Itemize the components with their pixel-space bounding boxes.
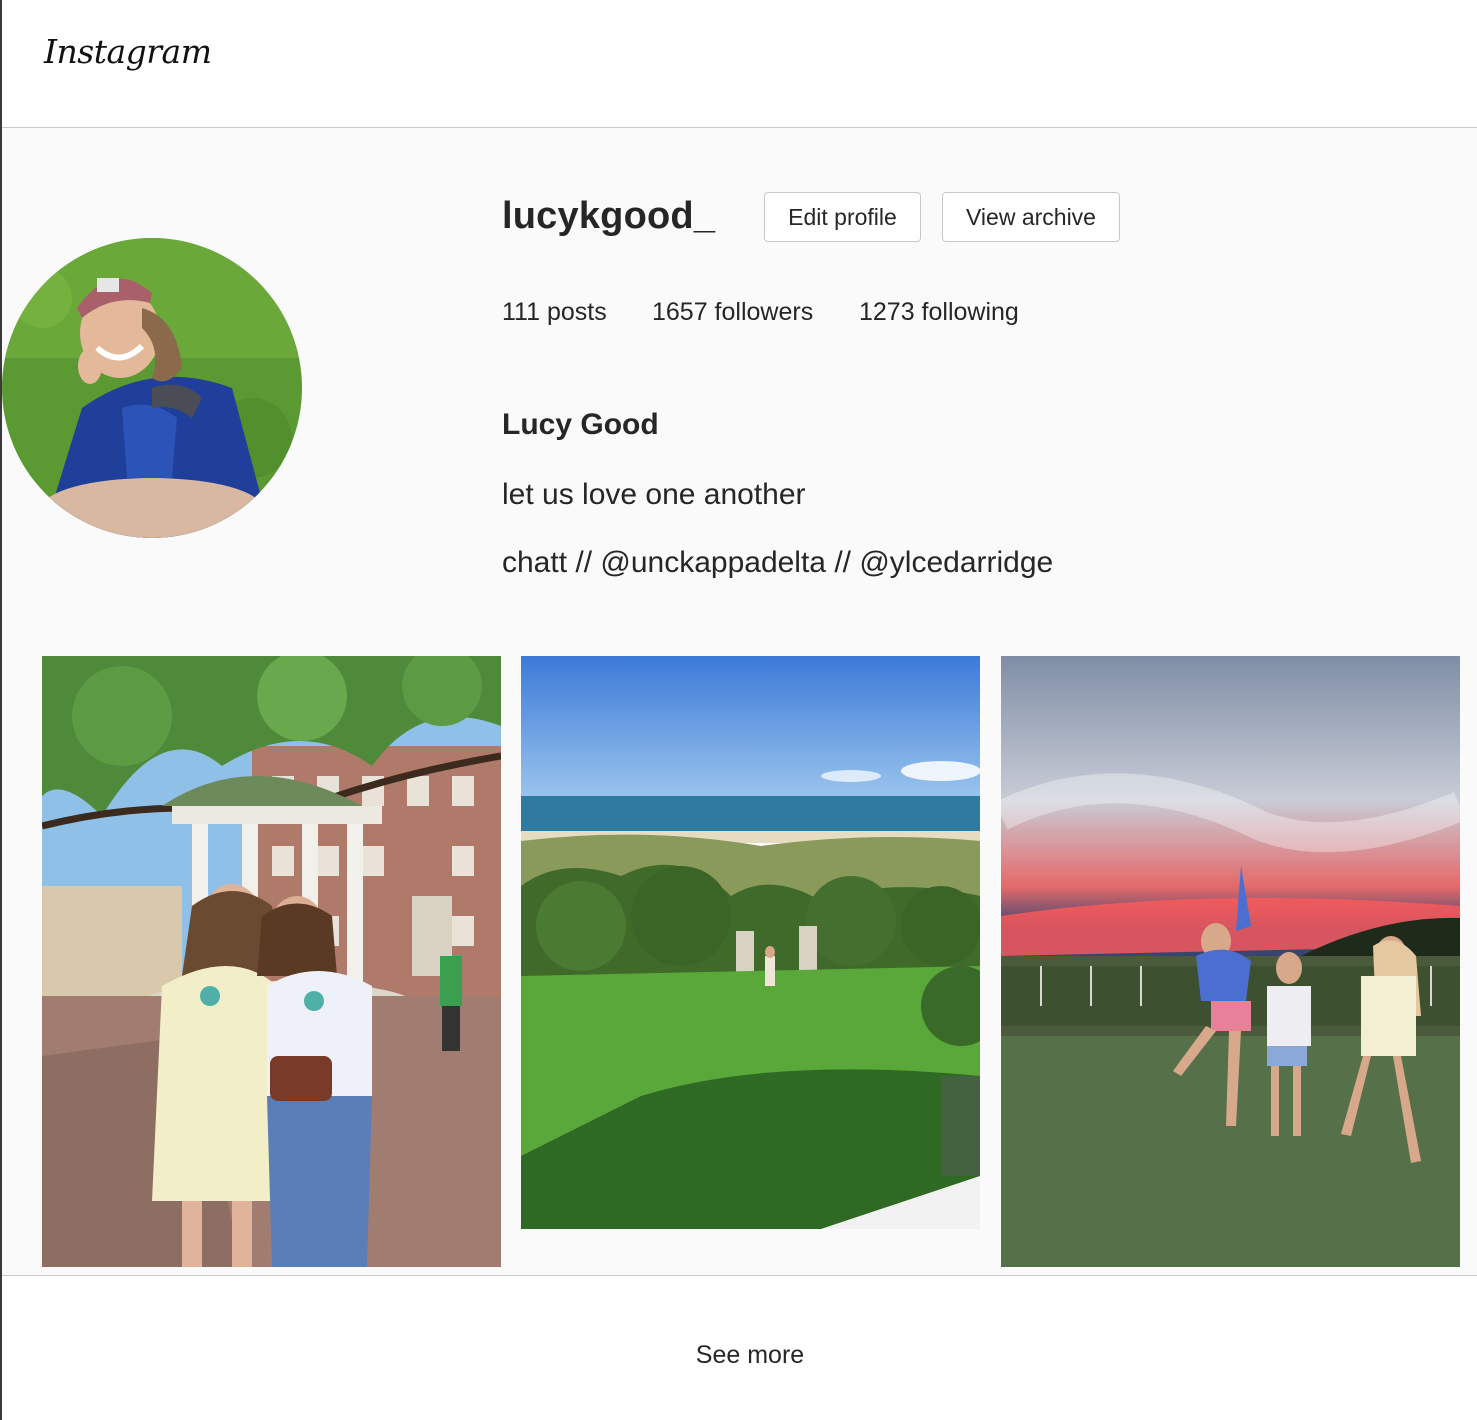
footer-divider: [2, 1275, 1477, 1276]
post-thumbnail[interactable]: [1001, 656, 1460, 1267]
profile-username: lucykgood_: [502, 195, 716, 237]
profile-avatar[interactable]: [2, 238, 302, 538]
top-header: Instagram: [2, 0, 1477, 128]
posts-count: 111 posts: [502, 298, 607, 326]
post-photo: [521, 656, 980, 1229]
post-photo: [1001, 656, 1460, 1267]
post-thumbnail[interactable]: [42, 656, 501, 1267]
following-count[interactable]: 1273 following: [859, 298, 1019, 327]
post-photo: [42, 656, 501, 1267]
edit-profile-button[interactable]: Edit profile: [764, 192, 921, 242]
see-more-button[interactable]: See more: [0, 1341, 1477, 1370]
instagram-logo[interactable]: Instagram: [44, 32, 212, 71]
view-archive-button[interactable]: View archive: [942, 192, 1120, 242]
bio-line: chatt // @unckappadelta // @ylcedarridge: [502, 546, 1054, 579]
followers-count[interactable]: 1657 followers: [652, 298, 813, 327]
profile-full-name: Lucy Good: [502, 408, 659, 441]
avatar-photo: [2, 238, 302, 538]
post-thumbnail[interactable]: [521, 656, 980, 1229]
bio-line: let us love one another: [502, 478, 806, 511]
